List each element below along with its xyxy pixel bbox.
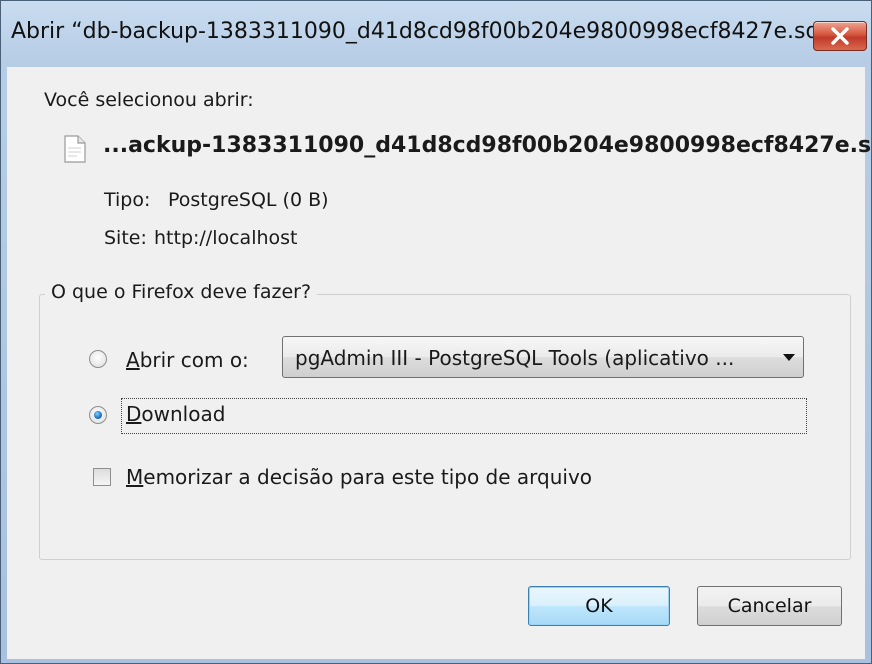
site-value: http://localhost — [154, 227, 298, 249]
remember-label[interactable]: Memorizar a decisão para este tipo de ar… — [126, 465, 592, 489]
download-radio[interactable] — [89, 406, 107, 424]
action-group-legend: O que o Firefox deve fazer? — [45, 281, 318, 303]
close-x-icon — [831, 27, 849, 45]
ok-button[interactable]: OK — [528, 586, 670, 626]
file-name: ...ackup-1383311090_d41d8cd98f00b204e980… — [103, 133, 872, 158]
open-with-select-value: pgAdmin III - PostgreSQL Tools (aplicati… — [295, 346, 735, 370]
dialog-window: Abrir “db-backup-1383311090_d41d8cd98f00… — [0, 0, 872, 664]
dropdown-arrow-icon — [783, 354, 795, 361]
remember-label-rest: emorizar a decisão para este tipo de arq… — [143, 465, 593, 489]
remember-checkbox[interactable] — [93, 468, 111, 486]
open-with-radio[interactable] — [89, 350, 107, 368]
download-mnemonic: D — [126, 402, 142, 426]
site-label: Site: — [104, 227, 147, 249]
dialog-client-area: Você selecionou abrir: ...ackup-13833110… — [7, 67, 872, 659]
close-button[interactable] — [813, 21, 867, 51]
remember-mnemonic: M — [126, 465, 144, 489]
open-with-label[interactable]: Abrir com o: — [126, 348, 249, 372]
cancel-button[interactable]: Cancelar — [697, 586, 842, 626]
document-icon — [64, 135, 86, 163]
open-with-label-rest: brir com o: — [139, 348, 249, 372]
type-label: Tipo: — [104, 189, 151, 211]
selected-label: Você selecionou abrir: — [44, 89, 254, 111]
window-title: Abrir “db-backup-1383311090_d41d8cd98f00… — [11, 19, 837, 44]
download-label[interactable]: Download — [126, 402, 225, 426]
open-with-select[interactable]: pgAdmin III - PostgreSQL Tools (aplicati… — [282, 336, 804, 378]
type-value: PostgreSQL (0 B) — [168, 189, 329, 211]
open-with-mnemonic: A — [126, 348, 140, 372]
title-bar[interactable]: Abrir “db-backup-1383311090_d41d8cd98f00… — [1, 1, 871, 67]
download-label-rest: ownload — [141, 402, 226, 426]
